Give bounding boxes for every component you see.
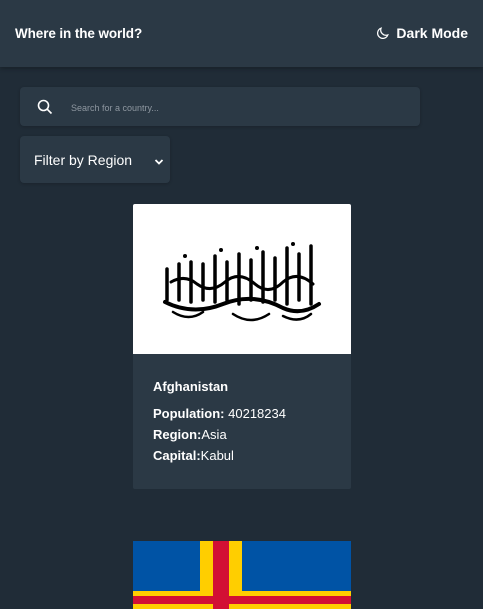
population-label: Population: xyxy=(153,406,225,421)
region-value: Asia xyxy=(201,427,227,442)
moon-icon xyxy=(376,26,390,40)
search-icon xyxy=(37,99,53,120)
country-name: Afghanistan xyxy=(153,379,229,394)
region-filter-label: Filter by Region xyxy=(34,152,133,168)
chevron-down-icon xyxy=(154,154,164,172)
population-row: Population: 40218234 xyxy=(153,403,286,424)
region-row: Region:Asia xyxy=(153,424,286,445)
afghanistan-flag xyxy=(133,204,351,354)
capital-label: Capital: xyxy=(153,448,201,463)
aland-islands-flag xyxy=(133,541,351,609)
country-card[interactable] xyxy=(133,541,351,609)
capital-row: Capital:Kabul xyxy=(153,445,286,466)
region-label: Region: xyxy=(153,427,202,442)
search-input[interactable] xyxy=(69,87,413,128)
country-card[interactable]: Afghanistan Population: 40218234 Region:… xyxy=(133,204,351,489)
dark-mode-toggle[interactable]: Dark Mode xyxy=(376,25,468,41)
dark-mode-label: Dark Mode xyxy=(396,25,468,41)
search-bar xyxy=(20,87,420,128)
app-title: Where in the world? xyxy=(15,26,143,41)
capital-value: Kabul xyxy=(200,448,234,463)
top-header: Where in the world? Dark Mode xyxy=(0,0,483,67)
population-value: 40218234 xyxy=(228,406,286,421)
region-filter-dropdown[interactable]: Filter by Region xyxy=(20,136,170,183)
